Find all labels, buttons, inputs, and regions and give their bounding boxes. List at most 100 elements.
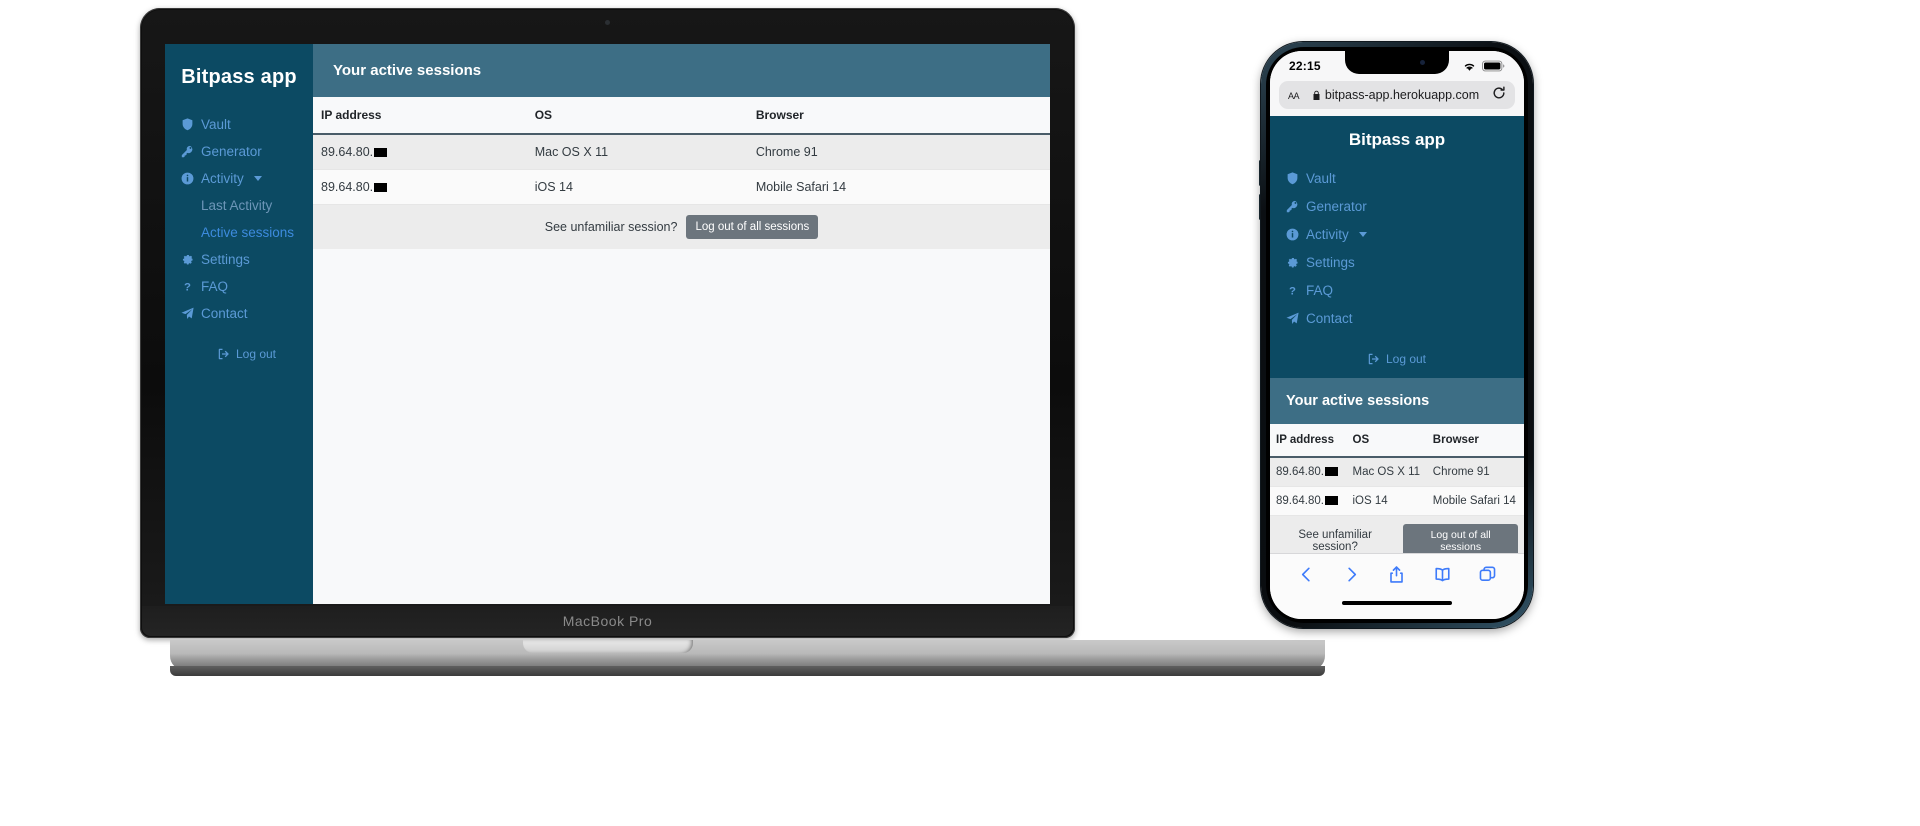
app-brand-title-mobile: Bitpass app — [1348, 130, 1446, 149]
paper-plane-icon — [1286, 312, 1299, 325]
sidebar-item-generator[interactable]: Generator — [1286, 192, 1524, 220]
safari-url-text[interactable]: bitpass-app.herokuapp.com — [1305, 88, 1486, 102]
sidebar-nav-desktop: Vault Generator Activity Last Activity A… — [165, 111, 313, 361]
table-row: 89.64.80. iOS 14 Mobile Safari 14 — [313, 169, 1050, 205]
column-header-os: OS — [1346, 424, 1427, 458]
status-bar-indicators — [1462, 60, 1505, 72]
logout-label: Log out — [235, 347, 277, 361]
sidebar-item-settings[interactable]: Settings — [181, 246, 313, 273]
wifi-icon — [1464, 63, 1475, 71]
sidebar-item-vault[interactable]: Vault — [1286, 164, 1524, 192]
sidebar-item-contact[interactable]: Contact — [181, 300, 313, 327]
column-header-ip: IP address — [313, 97, 527, 135]
main-content-mobile: Your active sessions IP address OS Brows… — [1270, 378, 1524, 553]
log-out-all-sessions-button[interactable]: Log out of all sessions — [686, 215, 819, 239]
sidebar-item-faq[interactable]: ? FAQ — [1286, 276, 1524, 304]
svg-text:?: ? — [1289, 285, 1296, 296]
logout-label: Log out — [1385, 352, 1427, 366]
sidebar-item-settings[interactable]: Settings — [1286, 248, 1524, 276]
macbook-device: Bitpass app Vault Generator Activity Las… — [140, 8, 1325, 676]
column-header-browser: Browser — [1426, 424, 1524, 458]
question-icon: ? — [1286, 284, 1299, 296]
battery-icon — [1482, 60, 1505, 72]
logout-all-group: See unfamiliar session? Log out of all s… — [321, 215, 1042, 239]
lock-icon — [1312, 90, 1321, 101]
tabs-icon[interactable] — [1478, 565, 1497, 589]
status-bar-clock: 22:15 — [1289, 59, 1321, 73]
sidebar-nav-mobile: Vault Generator Activity Settings ? FAQ … — [1270, 164, 1524, 366]
macbook-camera-icon — [605, 20, 610, 25]
url-value: bitpass-app.herokuapp.com — [1324, 88, 1480, 102]
front-camera-icon — [1420, 60, 1425, 65]
macbook-base-front — [170, 666, 1325, 676]
page-title: Your active sessions — [313, 44, 1050, 97]
sidebar-desktop: Bitpass app Vault Generator Activity Las… — [165, 44, 313, 604]
cell-os: iOS 14 — [526, 169, 748, 205]
sidebar-item-label: Contact — [201, 306, 248, 321]
sidebar-item-label: FAQ — [201, 279, 229, 294]
sidebar-item-contact[interactable]: Contact — [1286, 304, 1524, 332]
table-row: 89.64.80. Mac OS X 11 Chrome 91 — [1270, 457, 1524, 487]
table-row: 89.64.80. iOS 14 Mobile Safari 14 — [1270, 486, 1524, 516]
page-title: Your active sessions — [1270, 378, 1524, 424]
sidebar-subitem-last-activity[interactable]: Last Activity — [181, 192, 313, 219]
macbook-screen: Bitpass app Vault Generator Activity Las… — [165, 44, 1050, 604]
macbook-chin: MacBook Pro — [142, 606, 1073, 636]
redaction-block — [1324, 496, 1338, 505]
info-circle-icon — [1286, 228, 1299, 241]
ip-value: 89.64.80. — [321, 180, 374, 194]
sidebar-item-label: Activity — [201, 171, 244, 186]
home-indicator[interactable] — [1342, 601, 1452, 605]
redaction-block — [374, 183, 388, 192]
table-row: 89.64.80. Mac OS X 11 Chrome 91 — [313, 134, 1050, 170]
column-header-os: OS — [526, 97, 748, 135]
cell-ip: 89.64.80. — [1270, 457, 1347, 487]
sidebar-item-label: Contact — [1306, 310, 1353, 326]
logout-button[interactable]: Log out — [181, 347, 313, 361]
text-size-button[interactable]: AA — [1288, 88, 1300, 102]
log-out-all-sessions-button[interactable]: Log out of all sessions — [1403, 524, 1518, 553]
forward-icon[interactable] — [1342, 565, 1361, 589]
safari-url-bar: AA bitpass-app.herokuapp.com — [1270, 81, 1524, 116]
sidebar-item-label: Vault — [201, 117, 231, 132]
gear-icon — [1286, 256, 1299, 269]
sidebar-item-activity[interactable]: Activity — [181, 165, 313, 192]
iphone-screen: 22:15 AA bitpass-app.herokuapp.com Bitpa… — [1270, 51, 1524, 619]
sidebar-item-activity[interactable]: Activity — [1286, 220, 1524, 248]
screenshot-root: Bitpass app Vault Generator Activity Las… — [0, 0, 1920, 826]
shield-icon — [181, 118, 194, 131]
main-content-desktop: Your active sessions IP address OS Brows… — [313, 44, 1050, 604]
cell-browser: Mobile Safari 14 — [1426, 486, 1524, 516]
cell-os: Mac OS X 11 — [526, 134, 748, 170]
iphone-webview: Bitpass app Vault Generator Activity Set… — [1270, 116, 1524, 553]
sidebar-item-faq[interactable]: ? FAQ — [181, 273, 313, 300]
share-icon[interactable] — [1387, 565, 1406, 589]
key-icon — [1286, 200, 1299, 213]
ip-value: 89.64.80. — [321, 145, 374, 159]
macbook-body: Bitpass app Vault Generator Activity Las… — [140, 8, 1075, 638]
bookmarks-icon[interactable] — [1433, 565, 1452, 589]
reload-icon[interactable] — [1492, 86, 1506, 105]
table-header-row: IP address OS Browser — [313, 97, 1050, 135]
sidebar-item-label: Settings — [1306, 254, 1355, 270]
ip-value: 89.64.80. — [1276, 466, 1324, 478]
safari-address-pill[interactable]: AA bitpass-app.herokuapp.com — [1279, 81, 1515, 109]
sidebar-item-label: Vault — [1306, 170, 1336, 186]
sidebar-item-generator[interactable]: Generator — [181, 138, 313, 165]
sidebar-item-label: Settings — [201, 252, 250, 267]
back-icon[interactable] — [1297, 565, 1316, 589]
info-circle-icon — [181, 172, 194, 185]
sidebar-subitem-active-sessions[interactable]: Active sessions — [181, 219, 313, 246]
column-header-browser: Browser — [747, 97, 1050, 135]
sidebar-mobile: Bitpass app Vault Generator Activity Set… — [1270, 116, 1524, 378]
question-icon: ? — [181, 280, 194, 293]
svg-text:?: ? — [184, 282, 191, 293]
logout-button[interactable]: Log out — [1286, 352, 1508, 366]
sidebar-item-label: Activity — [1306, 226, 1349, 242]
shield-icon — [1286, 171, 1299, 185]
ip-value: 89.64.80. — [1276, 495, 1324, 507]
logout-all-group: See unfamiliar session? Log out of all s… — [1276, 524, 1518, 553]
sidebar-item-vault[interactable]: Vault — [181, 111, 313, 138]
iphone-notch — [1345, 51, 1449, 74]
cell-ip: 89.64.80. — [1270, 486, 1347, 516]
